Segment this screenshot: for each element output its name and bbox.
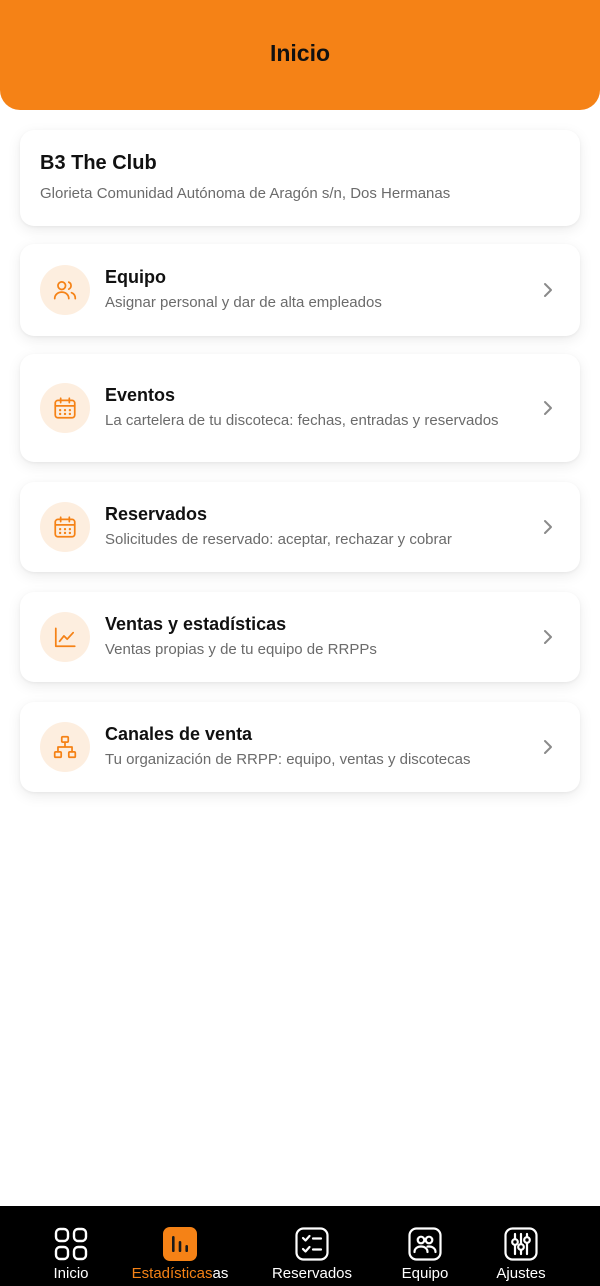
menu-item-title: Reservados [105, 504, 208, 524]
nav-label: Estadísticasas [132, 1265, 229, 1282]
menu-item-description: La cartelera de tu discoteca: fechas, en… [105, 412, 499, 429]
chevron-right-icon [544, 520, 552, 534]
checklist-icon [294, 1226, 330, 1262]
org-chart-icon [40, 722, 90, 772]
menu-item-title: Ventas y estadísticas [105, 614, 287, 634]
menu-item-equipo[interactable]: Equipo Asignar personal y dar de alta em… [20, 244, 580, 336]
menu-item-reservados[interactable]: Reservados Solicitudes de reservado: ace… [20, 482, 580, 572]
menu-item-description: Asignar personal y dar de alta empleados [105, 294, 382, 311]
sliders-icon [503, 1226, 539, 1262]
club-name: B3 The Club [40, 152, 157, 174]
menu-item-ventas[interactable]: Ventas y estadísticas Ventas propias y d… [20, 592, 580, 682]
bar-chart-icon [162, 1226, 198, 1262]
nav-item-equipo[interactable]: Equipo [385, 1206, 465, 1286]
team-icon [407, 1226, 443, 1262]
page-title: Inicio [269, 39, 331, 66]
nav-item-reservados[interactable]: Reservados [262, 1206, 362, 1286]
bottom-nav: Inicio Estadísticasas Reservados Equipo … [0, 1206, 600, 1286]
line-chart-icon [40, 612, 90, 662]
nav-label-overflow: as [212, 1265, 229, 1282]
menu-item-canales[interactable]: Canales de venta Tu organización de RRPP… [20, 702, 580, 792]
calendar-icon [40, 383, 90, 433]
menu-item-title: Equipo [105, 267, 166, 287]
nav-label: Ajustes [496, 1265, 546, 1282]
menu-item-description: Tu organización de RRPP: equipo, ventas … [105, 751, 471, 768]
chevron-right-icon [544, 630, 552, 644]
nav-label: Equipo [401, 1265, 449, 1282]
nav-item-ajustes[interactable]: Ajustes [486, 1206, 556, 1286]
club-card[interactable]: B3 The Club Glorieta Comunidad Autónoma … [20, 130, 580, 226]
menu-item-description: Ventas propias y de tu equipo de RRPPs [105, 641, 377, 658]
users-icon [40, 265, 90, 315]
club-address: Glorieta Comunidad Autónoma de Aragón s/… [40, 185, 451, 202]
nav-label: Reservados [271, 1265, 353, 1282]
app-header: Inicio [0, 0, 600, 110]
menu-item-description: Solicitudes de reservado: aceptar, recha… [105, 531, 452, 548]
nav-item-inicio[interactable]: Inicio [46, 1206, 96, 1286]
nav-item-estadisticas[interactable]: Estadísticasas [130, 1206, 230, 1286]
grid-icon [53, 1226, 89, 1262]
nav-label: Inicio [53, 1265, 89, 1282]
nav-label-active: Estadísticas [131, 1265, 213, 1282]
chevron-right-icon [544, 283, 552, 297]
calendar-icon [40, 502, 90, 552]
menu-item-title: Canales de venta [105, 724, 253, 744]
chevron-right-icon [544, 740, 552, 754]
menu-item-eventos[interactable]: Eventos La cartelera de tu discoteca: fe… [20, 354, 580, 462]
chevron-right-icon [544, 401, 552, 415]
menu-item-title: Eventos [105, 385, 176, 405]
